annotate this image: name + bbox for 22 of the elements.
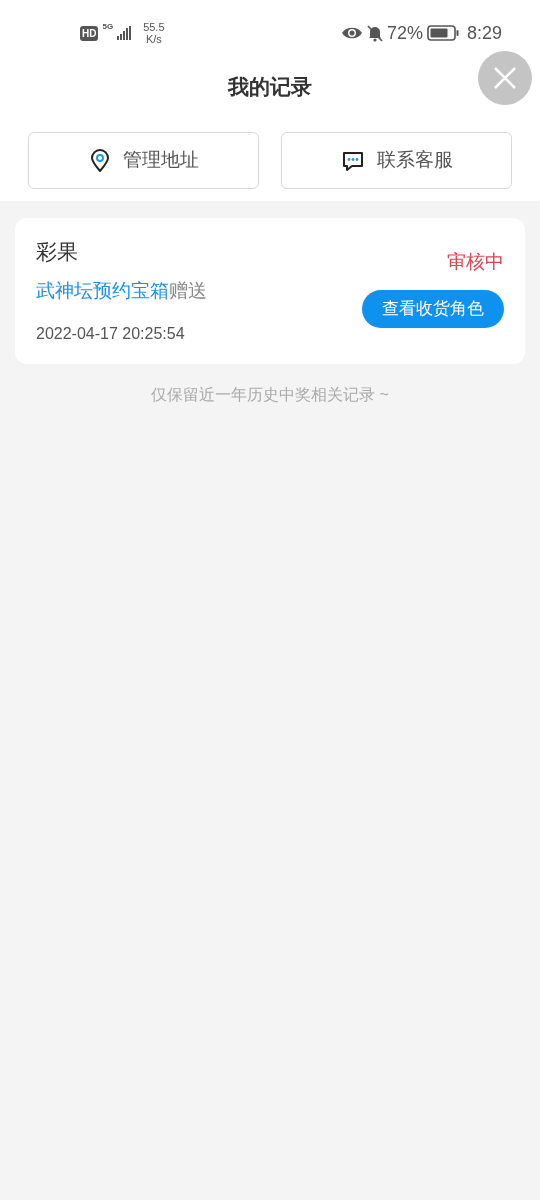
contact-service-button[interactable]: 联系客服 bbox=[281, 132, 512, 189]
manage-address-button[interactable]: 管理地址 bbox=[28, 132, 259, 189]
event-link[interactable]: 武神坛预约宝箱 bbox=[36, 280, 169, 301]
close-button[interactable] bbox=[478, 51, 532, 105]
page-title: 我的记录 bbox=[228, 74, 312, 101]
network-speed: 55.5 bbox=[143, 21, 165, 33]
prize-name: 彩果 bbox=[36, 239, 79, 265]
network-type: 5G bbox=[102, 23, 114, 31]
hd-badge: HD bbox=[80, 25, 99, 41]
signal-icon bbox=[117, 26, 132, 40]
clock-time: 8:29 bbox=[466, 21, 502, 45]
battery-percent: 72% bbox=[386, 21, 423, 45]
gift-source: 武神坛预约宝箱赠送 bbox=[36, 279, 207, 303]
review-status: 审核中 bbox=[447, 250, 504, 274]
location-pin-icon bbox=[88, 148, 111, 173]
battery-icon bbox=[426, 25, 459, 41]
footer-note: 仅保留近一年历史中奖相关记录 ~ bbox=[150, 385, 390, 405]
eye-icon bbox=[340, 26, 363, 40]
record-time: 2022-04-17 20:25:54 bbox=[36, 324, 186, 344]
muted-bell-icon bbox=[366, 24, 383, 42]
speed-unit: K/s bbox=[145, 33, 162, 45]
close-icon bbox=[493, 66, 517, 90]
